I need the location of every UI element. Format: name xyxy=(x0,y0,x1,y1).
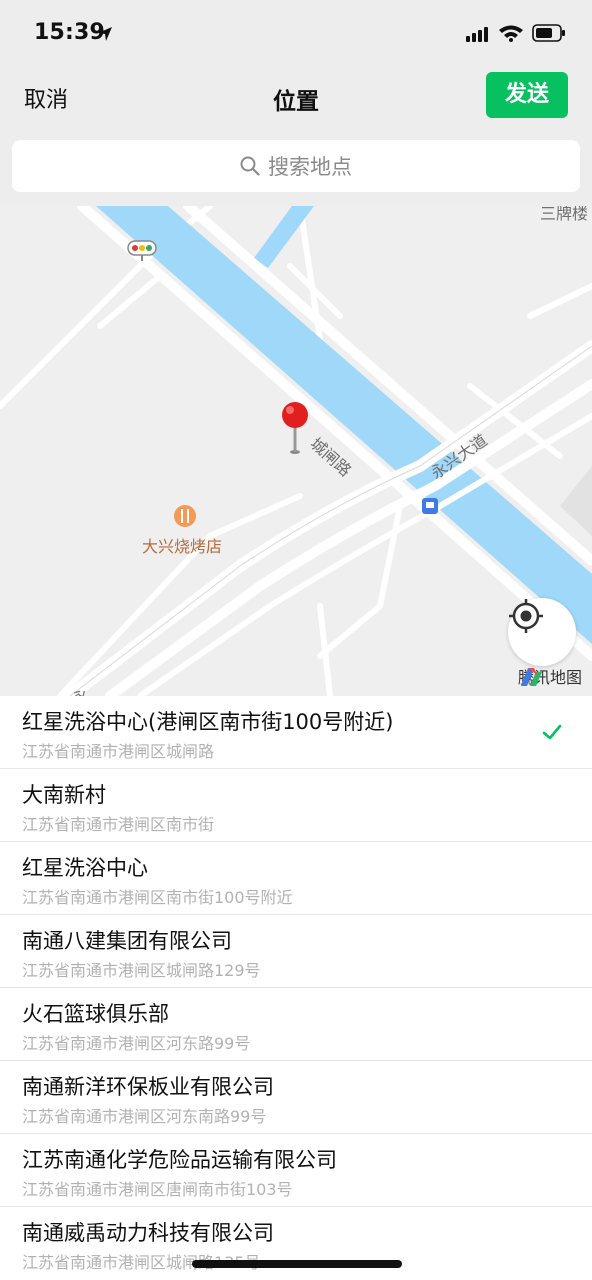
list-item[interactable]: 南通威禹动力科技有限公司 江苏省南通市港闸区城闸路135号 xyxy=(0,1207,592,1279)
poi-label: 大兴烧烤店 xyxy=(142,537,223,556)
bus-stop-icon xyxy=(422,498,438,514)
place-name: 大南新村 xyxy=(22,783,106,807)
list-item[interactable]: 南通八建集团有限公司 江苏省南通市港闸区城闸路129号 xyxy=(0,915,592,988)
location-pin-icon xyxy=(282,402,308,454)
locate-me-button[interactable] xyxy=(508,598,576,666)
list-item[interactable]: 江苏南通化学危险品运输有限公司 江苏省南通市港闸区唐闸南市街103号 xyxy=(0,1134,592,1207)
cellular-signal-icon xyxy=(466,26,490,42)
search-placeholder: 搜索地点 xyxy=(268,155,352,179)
battery-icon xyxy=(532,24,565,42)
send-button[interactable]: 发送 xyxy=(486,72,568,118)
place-name: 南通新洋环保板业有限公司 xyxy=(22,1075,274,1099)
tencent-map-logo-icon xyxy=(520,668,542,686)
check-icon xyxy=(542,724,562,740)
place-name: 南通威禹动力科技有限公司 xyxy=(22,1221,274,1245)
place-address: 江苏省南通市港闸区南市街100号附近 xyxy=(22,888,293,907)
place-name: 南通八建集团有限公司 xyxy=(22,929,232,953)
place-address: 江苏省南通市港闸区河东路99号 xyxy=(22,1034,251,1053)
list-item[interactable]: 南通新洋环保板业有限公司 江苏省南通市港闸区河东南路99号 xyxy=(0,1061,592,1134)
list-item[interactable]: 大南新村 江苏省南通市港闸区南市街 xyxy=(0,769,592,842)
map-canvas xyxy=(0,206,592,696)
status-time: 15:39 xyxy=(34,20,106,45)
search-bar: 搜索地点 xyxy=(0,136,592,206)
place-address: 江苏省南通市港闸区河东南路99号 xyxy=(22,1107,267,1126)
status-bar: 15:39 xyxy=(0,0,592,66)
road-label-top-right: 三牌楼 xyxy=(540,206,589,223)
place-name: 红星洗浴中心(港闸区南市街100号附近) xyxy=(22,710,394,734)
map-view[interactable]: 城闸路 永兴大道 三牌楼 永 大兴烧烤店 腾讯地图 xyxy=(0,206,592,696)
map-provider: 腾讯地图 xyxy=(518,664,582,688)
place-address: 江苏省南通市港闸区城闸路129号 xyxy=(22,961,261,980)
list-item[interactable]: 红星洗浴中心(港闸区南市街100号附近) 江苏省南通市港闸区城闸路 xyxy=(0,696,592,769)
places-list: 红星洗浴中心(港闸区南市街100号附近) 江苏省南通市港闸区城闸路 大南新村 江… xyxy=(0,696,592,1279)
search-input[interactable]: 搜索地点 xyxy=(12,140,580,192)
restaurant-icon xyxy=(174,505,196,527)
location-arrow-icon xyxy=(98,27,112,41)
place-name: 红星洗浴中心 xyxy=(22,856,148,880)
place-address: 江苏省南通市港闸区城闸路 xyxy=(22,742,215,761)
place-name: 江苏南通化学危险品运输有限公司 xyxy=(22,1148,337,1172)
list-item[interactable]: 红星洗浴中心 江苏省南通市港闸区南市街100号附近 xyxy=(0,842,592,915)
list-item[interactable]: 火石篮球俱乐部 江苏省南通市港闸区河东路99号 xyxy=(0,988,592,1061)
nav-bar: 取消 位置 发送 xyxy=(0,66,592,136)
search-icon xyxy=(240,156,260,176)
place-address: 江苏省南通市港闸区唐闸南市街103号 xyxy=(22,1180,293,1199)
crosshair-icon xyxy=(509,599,543,633)
wifi-icon xyxy=(499,25,523,42)
place-name: 火石篮球俱乐部 xyxy=(22,1002,169,1026)
home-indicator[interactable] xyxy=(192,1260,402,1268)
place-address: 江苏省南通市港闸区南市街 xyxy=(22,815,215,834)
